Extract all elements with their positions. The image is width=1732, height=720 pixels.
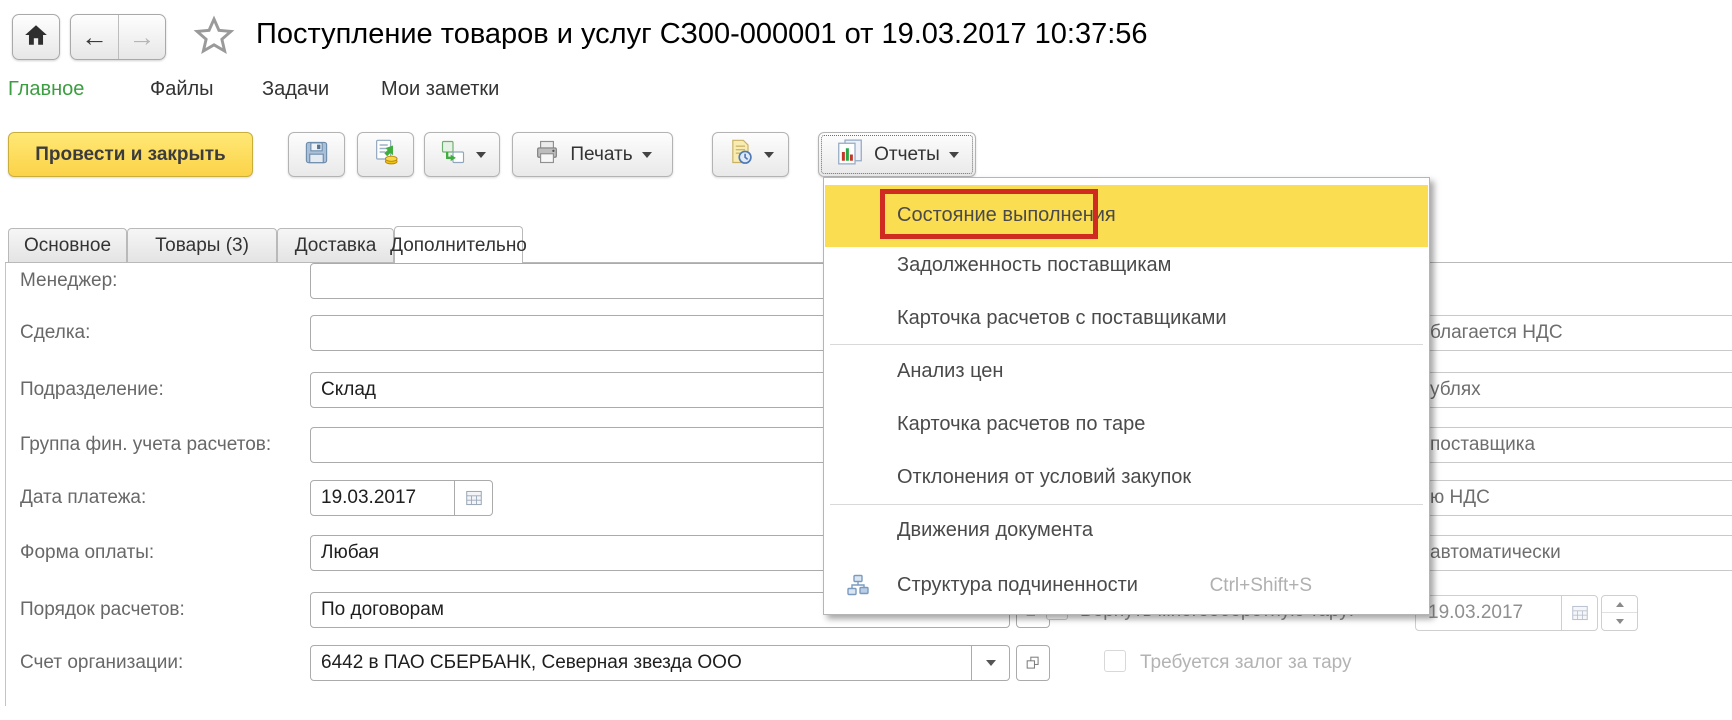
page-title: Поступление товаров и услуг СЗ00-000001 …: [256, 18, 1148, 51]
reports-dropdown-menu: Состояние выполнения Задолженность поста…: [823, 177, 1430, 615]
field-label-sdelka: Сделка:: [20, 322, 90, 344]
menu-item-price-analysis[interactable]: Анализ цен: [897, 360, 1003, 383]
calendar-icon: [465, 490, 483, 506]
tare-deposit-label: Требуется залог за тару: [1140, 652, 1352, 674]
chevron-down-icon: [949, 152, 959, 158]
reports-button[interactable]: Отчеты: [818, 132, 976, 177]
post-document-icon: [372, 138, 400, 171]
menu-separator: [830, 504, 1423, 505]
tab-osnovnoe[interactable]: Основное: [8, 228, 127, 262]
save-icon: [303, 139, 330, 171]
printer-icon: [533, 138, 561, 171]
annotation-red-box: [880, 189, 1098, 239]
field-label-data-platezha: Дата платежа:: [20, 487, 146, 509]
forward-arrow-icon: →: [129, 24, 156, 51]
spinner-up-button[interactable]: [1602, 596, 1637, 613]
return-tare-date-spinner[interactable]: [1601, 595, 1638, 631]
clipped-field-nds[interactable]: благается НДС: [1402, 315, 1732, 351]
save-button[interactable]: [288, 132, 345, 177]
org-account-dropdown-button[interactable]: [971, 646, 1009, 680]
document-clock-icon: [727, 138, 755, 171]
payment-date-input[interactable]: 19.03.2017: [310, 480, 493, 516]
menu-item-subordination-structure[interactable]: Структура подчиненности: [897, 574, 1138, 597]
return-tare-calendar-button[interactable]: [1561, 596, 1597, 630]
nav-item-glavnoe[interactable]: Главное: [8, 78, 84, 101]
open-icon: [1025, 655, 1041, 671]
return-tare-date-input[interactable]: 19.03.2017: [1415, 595, 1598, 631]
chevron-down-icon: [764, 152, 774, 158]
chevron-down-icon: [476, 152, 486, 158]
org-account-open-button[interactable]: [1016, 645, 1050, 681]
chevron-down-icon: [642, 152, 652, 158]
post-document-button[interactable]: [357, 132, 414, 177]
calendar-button[interactable]: [454, 481, 492, 515]
spinner-down-icon: [1616, 619, 1624, 624]
nav-item-zadachi[interactable]: Задачи: [262, 78, 329, 101]
tab-tovary[interactable]: Товары (3): [127, 228, 277, 262]
menu-shortcut: Ctrl+Shift+S: [1210, 575, 1312, 597]
clipped-field-automatically[interactable]: автоматически: [1402, 535, 1732, 571]
spinner-down-button[interactable]: [1602, 613, 1637, 630]
back-button[interactable]: ←: [71, 15, 119, 59]
star-icon: [192, 45, 236, 62]
menu-item-tare-card[interactable]: Карточка расчетов по таре: [897, 413, 1145, 436]
menu-item-supplier-card[interactable]: Карточка расчетов с поставщиками: [897, 307, 1227, 330]
field-label-schet: Счет организации:: [20, 652, 183, 674]
field-label-poryadok: Порядок расчетов:: [20, 599, 185, 621]
create-based-on-icon: [439, 138, 467, 171]
favorite-star-button[interactable]: [192, 14, 236, 63]
print-button[interactable]: Печать: [512, 132, 673, 177]
post-and-close-button[interactable]: Провести и закрыть: [8, 132, 253, 177]
chevron-down-icon: [986, 660, 996, 666]
clipped-field-supplier[interactable]: поставщика: [1402, 427, 1732, 463]
panel-left-border: [5, 262, 6, 706]
field-label-forma-oplaty: Форма оплаты:: [20, 542, 154, 564]
home-button[interactable]: [12, 14, 60, 60]
tab-dopolnitelno[interactable]: Дополнительно: [394, 226, 523, 264]
field-label-manager: Менеджер:: [20, 270, 117, 292]
tab-dostavka[interactable]: Доставка: [277, 228, 394, 262]
home-icon: [23, 22, 49, 53]
menu-item-purchase-deviation[interactable]: Отклонения от условий закупок: [897, 466, 1191, 489]
clipped-field-currency[interactable]: ублях: [1402, 372, 1732, 408]
create-based-on-button[interactable]: [424, 132, 500, 177]
field-label-gruppa: Группа фин. учета расчетов:: [20, 434, 271, 456]
menu-item-supplier-debt[interactable]: Задолженность поставщикам: [897, 254, 1171, 277]
structure-icon: [846, 573, 870, 602]
menu-item-document-movements[interactable]: Движения документа: [897, 519, 1093, 542]
field-label-podrazdelenie: Подразделение:: [20, 379, 164, 401]
nav-item-moi-zametki[interactable]: Мои заметки: [381, 78, 499, 101]
app-window: ← → Поступление товаров и услуг СЗ00-000…: [0, 0, 1732, 720]
reports-chart-icon: [835, 137, 865, 172]
forward-button[interactable]: →: [119, 15, 165, 59]
menu-separator: [830, 344, 1423, 345]
tare-deposit-checkbox[interactable]: [1104, 650, 1126, 672]
history-nav-group: ← →: [70, 14, 166, 60]
nav-item-faily[interactable]: Файлы: [150, 78, 214, 101]
spinner-up-icon: [1616, 602, 1624, 607]
org-account-combo[interactable]: 6442 в ПАО СБЕРБАНК, Северная звезда ООО: [310, 645, 1010, 681]
calendar-icon: [1571, 605, 1589, 621]
edo-button[interactable]: [712, 132, 789, 177]
back-arrow-icon: ←: [81, 24, 108, 51]
clipped-field-nds-sum[interactable]: ю НДС: [1402, 480, 1732, 516]
